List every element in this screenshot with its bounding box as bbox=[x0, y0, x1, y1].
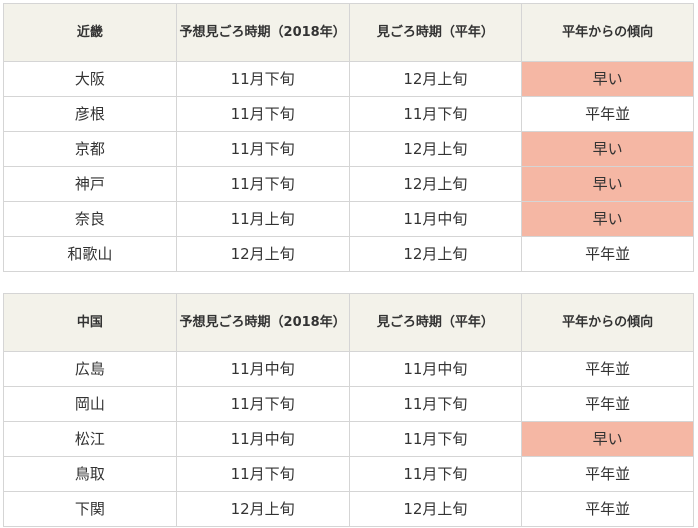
normal-cell: 12月上旬 bbox=[348, 166, 523, 202]
forecast-header: 予想見ごろ時期（2018年） bbox=[175, 3, 350, 62]
place-cell: 神戸 bbox=[3, 166, 177, 202]
place-cell: 広島 bbox=[3, 351, 177, 387]
normal-cell: 11月中旬 bbox=[348, 351, 523, 387]
normal-cell: 11月下旬 bbox=[348, 386, 523, 422]
trend-cell: 平年並 bbox=[521, 96, 694, 132]
trend-cell: 早い bbox=[521, 131, 694, 167]
normal-cell: 12月上旬 bbox=[348, 236, 523, 272]
trend-cell: 平年並 bbox=[521, 456, 694, 492]
trend-cell: 早い bbox=[521, 421, 694, 457]
place-cell: 松江 bbox=[3, 421, 177, 457]
region-header: 中国 bbox=[3, 293, 177, 352]
place-cell: 大阪 bbox=[3, 61, 177, 97]
place-cell: 下関 bbox=[3, 491, 177, 527]
table-header-row: 中国 予想見ごろ時期（2018年） 見ごろ時期（平年） 平年からの傾向 bbox=[3, 293, 694, 352]
table-row: 京都 11月下旬 12月上旬 早い bbox=[3, 131, 694, 167]
table-header-row: 近畿 予想見ごろ時期（2018年） 見ごろ時期（平年） 平年からの傾向 bbox=[3, 3, 694, 62]
place-cell: 奈良 bbox=[3, 201, 177, 237]
normal-cell: 11月下旬 bbox=[348, 96, 523, 132]
place-cell: 彦根 bbox=[3, 96, 177, 132]
trend-cell: 早い bbox=[521, 201, 694, 237]
region-header: 近畿 bbox=[3, 3, 177, 62]
forecast-cell: 11月下旬 bbox=[175, 96, 350, 132]
normal-cell: 12月上旬 bbox=[348, 491, 523, 527]
trend-cell: 早い bbox=[521, 61, 694, 97]
forecast-header: 予想見ごろ時期（2018年） bbox=[175, 293, 350, 352]
trend-cell: 平年並 bbox=[521, 491, 694, 527]
forecast-cell: 11月下旬 bbox=[175, 456, 350, 492]
forecast-cell: 11月下旬 bbox=[175, 131, 350, 167]
trend-cell: 平年並 bbox=[521, 236, 694, 272]
trend-cell: 平年並 bbox=[521, 386, 694, 422]
table-row: 松江 11月中旬 11月下旬 早い bbox=[3, 421, 694, 457]
place-cell: 和歌山 bbox=[3, 236, 177, 272]
trend-header: 平年からの傾向 bbox=[521, 3, 694, 62]
forecast-cell: 11月下旬 bbox=[175, 61, 350, 97]
table-row: 和歌山 12月上旬 12月上旬 平年並 bbox=[3, 236, 694, 272]
table-row: 奈良 11月上旬 11月中旬 早い bbox=[3, 201, 694, 237]
table-row: 神戸 11月下旬 12月上旬 早い bbox=[3, 166, 694, 202]
forecast-cell: 11月中旬 bbox=[175, 421, 350, 457]
trend-cell: 平年並 bbox=[521, 351, 694, 387]
normal-header: 見ごろ時期（平年） bbox=[348, 3, 523, 62]
place-cell: 鳥取 bbox=[3, 456, 177, 492]
forecast-cell: 11月中旬 bbox=[175, 351, 350, 387]
normal-cell: 12月上旬 bbox=[348, 61, 523, 97]
normal-cell: 12月上旬 bbox=[348, 131, 523, 167]
normal-cell: 11月下旬 bbox=[348, 421, 523, 457]
table-row: 岡山 11月下旬 11月下旬 平年並 bbox=[3, 386, 694, 422]
table-row: 下関 12月上旬 12月上旬 平年並 bbox=[3, 491, 694, 527]
forecast-cell: 11月下旬 bbox=[175, 386, 350, 422]
trend-header: 平年からの傾向 bbox=[521, 293, 694, 352]
forecast-cell: 11月下旬 bbox=[175, 166, 350, 202]
forecast-cell: 11月上旬 bbox=[175, 201, 350, 237]
normal-cell: 11月下旬 bbox=[348, 456, 523, 492]
normal-header: 見ごろ時期（平年） bbox=[348, 293, 523, 352]
normal-cell: 11月中旬 bbox=[348, 201, 523, 237]
table-row: 広島 11月中旬 11月中旬 平年並 bbox=[3, 351, 694, 387]
place-cell: 岡山 bbox=[3, 386, 177, 422]
place-cell: 京都 bbox=[3, 131, 177, 167]
table-row: 大阪 11月下旬 12月上旬 早い bbox=[3, 61, 694, 97]
table-row: 鳥取 11月下旬 11月下旬 平年並 bbox=[3, 456, 694, 492]
chugoku-table: 中国 予想見ごろ時期（2018年） 見ごろ時期（平年） 平年からの傾向 広島 11… bbox=[3, 293, 694, 527]
forecast-cell: 12月上旬 bbox=[175, 491, 350, 527]
kinki-table: 近畿 予想見ごろ時期（2018年） 見ごろ時期（平年） 平年からの傾向 大阪 11… bbox=[3, 3, 694, 272]
table-row: 彦根 11月下旬 11月下旬 平年並 bbox=[3, 96, 694, 132]
trend-cell: 早い bbox=[521, 166, 694, 202]
forecast-cell: 12月上旬 bbox=[175, 236, 350, 272]
